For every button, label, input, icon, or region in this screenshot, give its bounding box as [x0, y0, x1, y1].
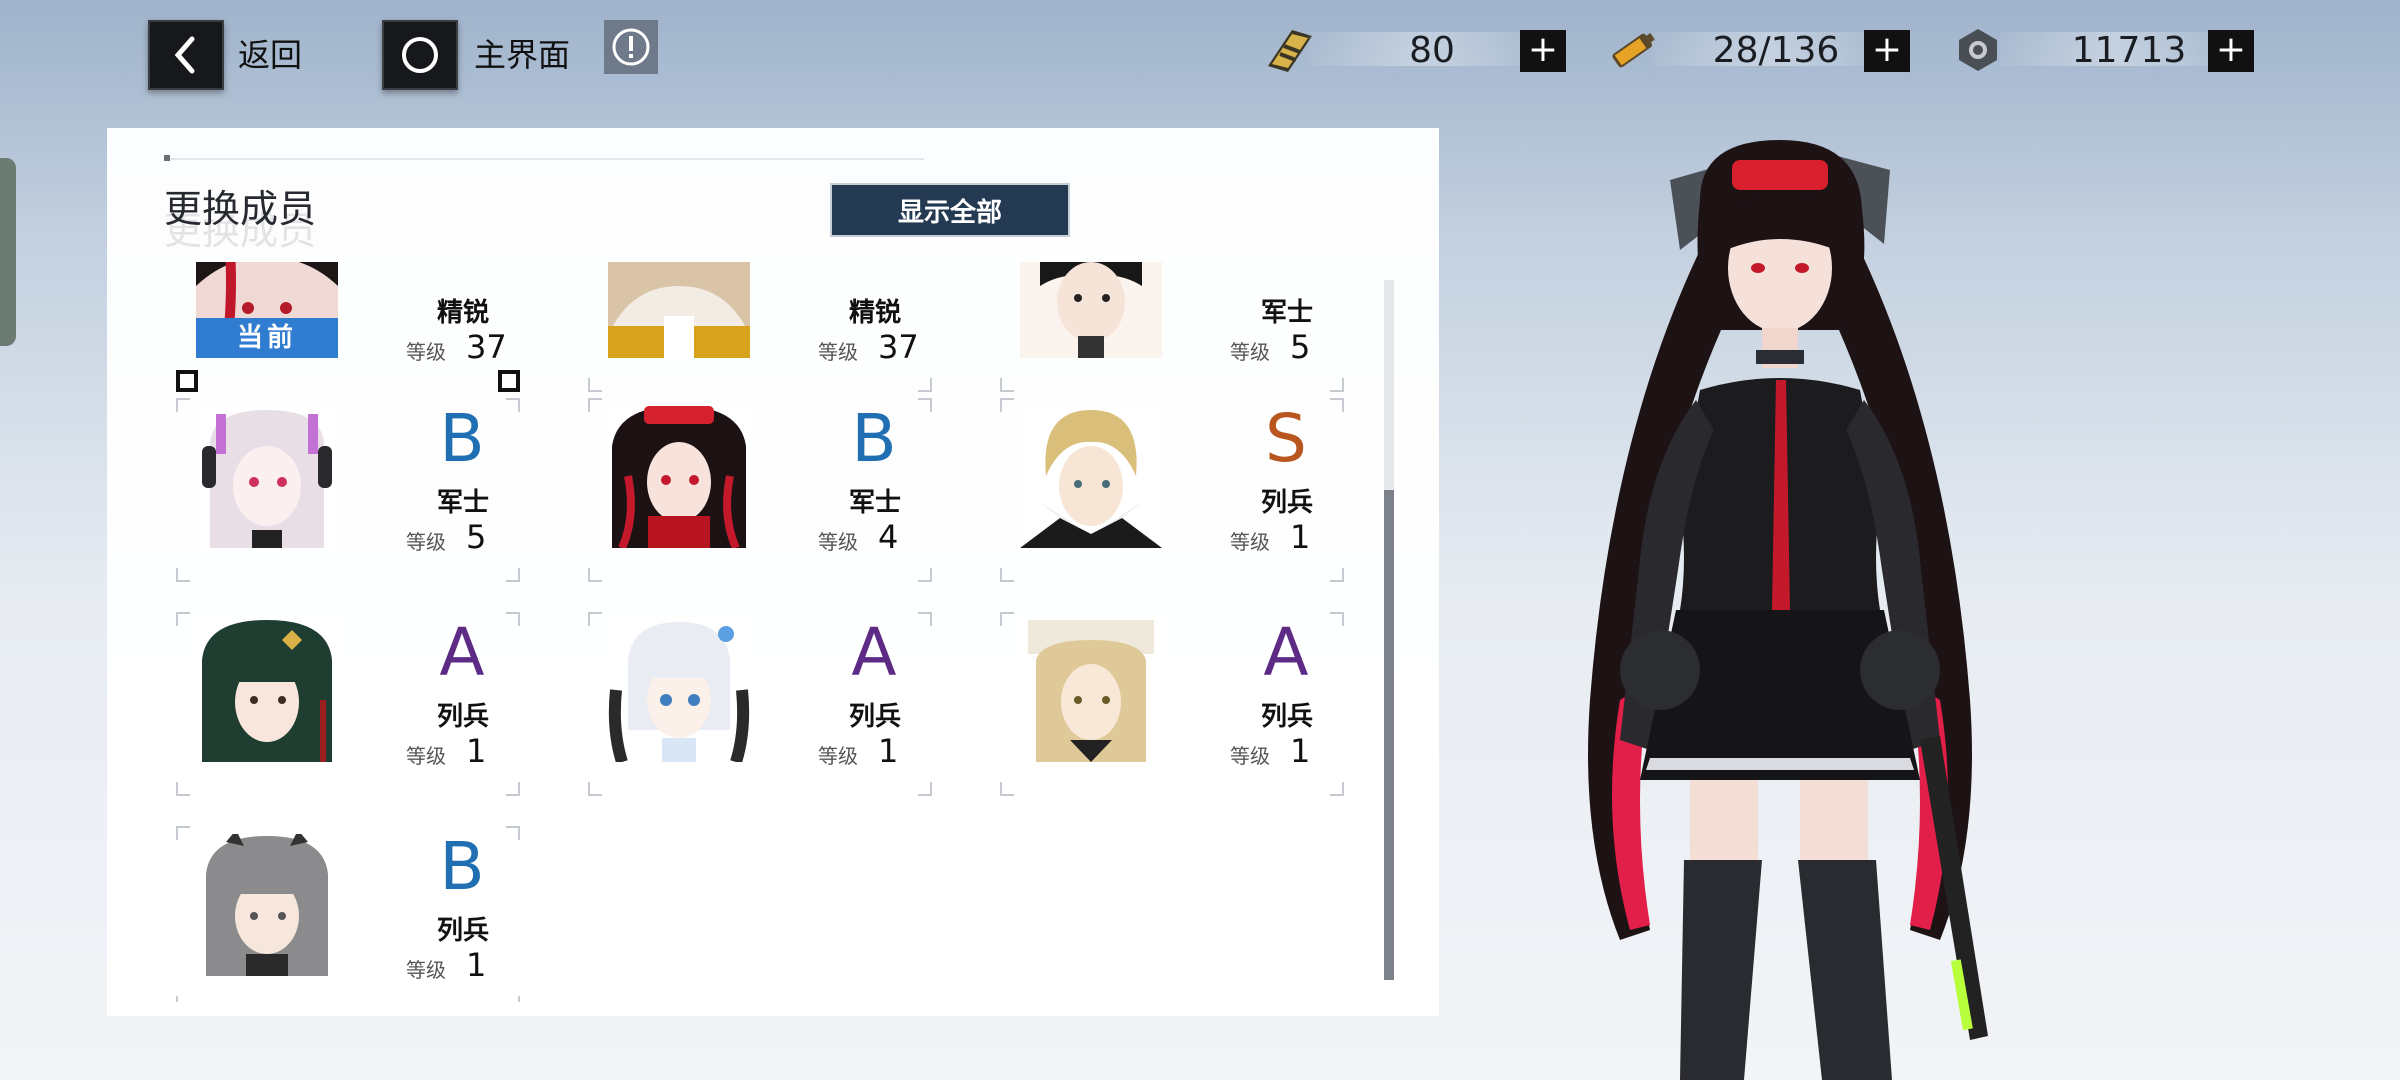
chevron-left-icon	[174, 36, 195, 74]
member-portrait	[196, 406, 338, 548]
member-grade: 军士	[1260, 298, 1313, 328]
resource-ticket: 80	[1262, 22, 1562, 76]
member-grade: 军士	[848, 488, 901, 518]
member-rank-letter: A	[1263, 614, 1309, 691]
member-avatar-image	[608, 406, 750, 548]
member-grade: 精锐	[848, 298, 901, 328]
member-avatar-image	[1020, 620, 1162, 762]
member-card[interactable]: B 列兵 等级 1	[176, 826, 520, 1002]
resource-value: 80	[1409, 30, 1455, 71]
member-portrait	[608, 262, 750, 358]
member-avatar-image	[1020, 262, 1162, 358]
member-grade: 列兵	[436, 916, 489, 946]
member-avatar-image	[608, 262, 750, 358]
level-key: 等级	[406, 530, 446, 554]
member-grade: 列兵	[848, 702, 901, 732]
member-grade: 列兵	[1260, 702, 1313, 732]
member-level: 1	[466, 732, 487, 770]
member-card[interactable]: A 列兵 等级 1	[1000, 612, 1344, 796]
panel-title: 更换成员	[164, 187, 317, 231]
member-card[interactable]: S 列兵 等级 1	[1000, 398, 1344, 582]
member-grid: 当前 精锐 等级 37 精锐 等级 37 军士 等级 5 B 军士 等级 5 B…	[170, 262, 1370, 1002]
member-card[interactable]: 军士 等级 5	[1000, 262, 1344, 392]
back-label[interactable]: 返回	[238, 30, 302, 76]
member-level: 1	[878, 732, 899, 770]
member-avatar-image	[608, 620, 750, 762]
member-portrait	[1020, 262, 1162, 358]
member-rank-letter: S	[1265, 400, 1307, 477]
member-level: 1	[466, 946, 487, 984]
member-rank-letter: A	[851, 614, 897, 691]
member-level: 1	[1290, 732, 1311, 770]
member-grade: 列兵	[436, 702, 489, 732]
member-level: 5	[1290, 328, 1311, 366]
level-key: 等级	[818, 340, 858, 364]
member-avatar-image	[196, 406, 338, 548]
member-level: 4	[878, 518, 899, 556]
panel-divider-tick	[164, 155, 170, 161]
level-key: 等级	[406, 340, 446, 364]
member-level: 37	[878, 328, 919, 366]
member-portrait	[608, 620, 750, 762]
member-level: 1	[1290, 518, 1311, 556]
add-nut-button[interactable]: +	[2208, 30, 2254, 72]
level-key: 等级	[1230, 744, 1270, 768]
member-grade: 精锐	[436, 298, 489, 328]
circle-icon	[402, 37, 438, 73]
member-rank-letter: B	[439, 828, 485, 905]
add-battery-button[interactable]: +	[1864, 30, 1910, 72]
home-label[interactable]: 主界面	[474, 30, 570, 76]
resource-battery: 28/136	[1606, 22, 1906, 76]
top-bar: 返回 主界面 80 + 28/136 + 11713 +	[0, 0, 2400, 110]
member-grade: 列兵	[1260, 488, 1313, 518]
nut-icon	[1959, 29, 1997, 71]
member-portrait	[196, 834, 338, 976]
member-level: 37	[466, 328, 507, 366]
resource-value: 28/136	[1712, 30, 1840, 71]
member-avatar-image	[1020, 406, 1162, 548]
member-level: 5	[466, 518, 487, 556]
member-card[interactable]: 精锐 等级 37	[588, 262, 932, 392]
level-key: 等级	[1230, 530, 1270, 554]
member-portrait	[608, 406, 750, 548]
member-rank-letter: B	[851, 400, 897, 477]
level-key: 等级	[818, 744, 858, 768]
member-portrait	[1020, 406, 1162, 548]
show-all-button[interactable]: 显示全部	[830, 183, 1070, 237]
level-key: 等级	[406, 958, 446, 982]
character-model	[1588, 140, 1988, 1080]
member-card[interactable]: A 列兵 等级 1	[588, 612, 932, 796]
level-key: 等级	[818, 530, 858, 554]
member-portrait	[196, 620, 338, 762]
home-button[interactable]	[382, 20, 458, 90]
member-rank-letter: B	[439, 400, 485, 477]
info-button[interactable]	[604, 20, 658, 74]
add-ticket-button[interactable]: +	[1520, 30, 1566, 72]
level-key: 等级	[1230, 340, 1270, 364]
member-portrait	[1020, 620, 1162, 762]
level-key: 等级	[406, 744, 446, 768]
member-card[interactable]: B 军士 等级 4	[588, 398, 932, 582]
member-card[interactable]: A 列兵 等级 1	[176, 612, 520, 796]
scrollbar-thumb[interactable]	[1384, 490, 1394, 980]
side-drawer-handle[interactable]	[0, 158, 16, 346]
member-card[interactable]: B 军士 等级 5	[176, 398, 520, 582]
member-rank-letter: A	[439, 614, 485, 691]
member-card[interactable]: 当前 精锐 等级 37	[176, 262, 520, 392]
panel-divider	[164, 158, 924, 160]
back-button[interactable]	[148, 20, 224, 90]
member-grade: 军士	[436, 488, 489, 518]
member-avatar-image	[196, 834, 338, 976]
exclamation-icon	[612, 28, 650, 66]
current-badge: 当前	[196, 318, 338, 358]
member-avatar-image	[196, 620, 338, 762]
